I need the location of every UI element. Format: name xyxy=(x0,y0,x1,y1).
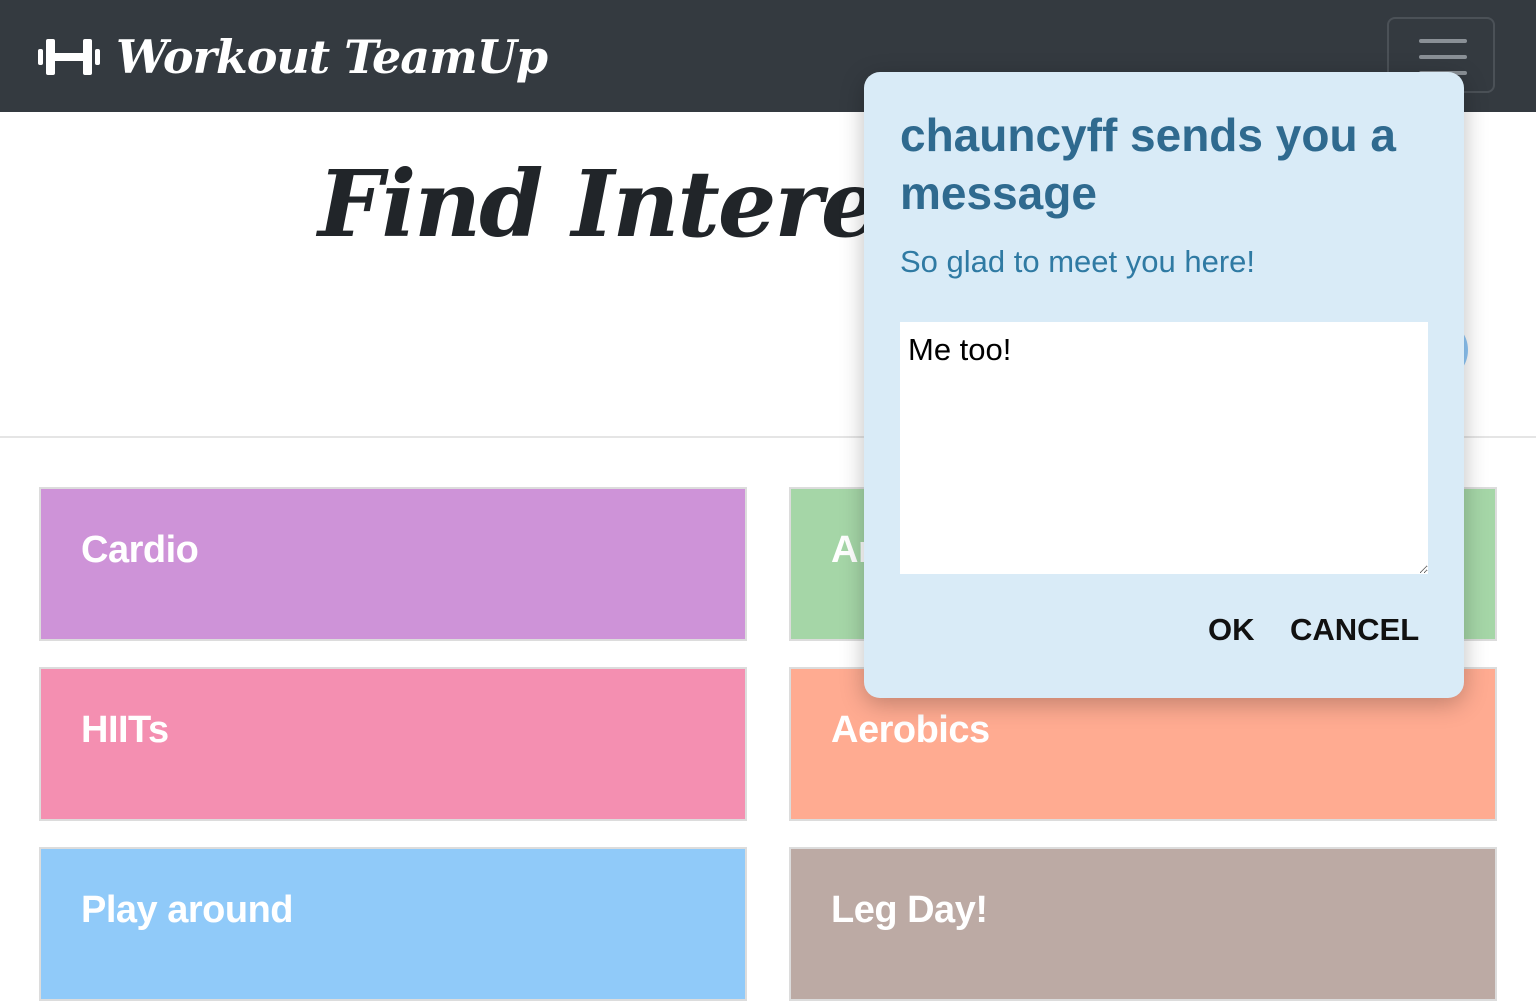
category-card-leg-day[interactable]: Leg Day! xyxy=(789,847,1497,1001)
brand-link[interactable]: Workout TeamUp xyxy=(38,22,548,92)
dialog-message: So glad to meet you here! xyxy=(900,244,1256,279)
category-label: Aerobics xyxy=(831,709,990,751)
message-dialog: chauncyff sends you a message So glad to… xyxy=(864,72,1464,698)
cancel-button[interactable]: CANCEL xyxy=(1282,608,1427,652)
reply-textarea[interactable]: Me too! xyxy=(900,322,1428,574)
category-card-cardio[interactable]: Cardio xyxy=(39,487,747,641)
brand-name: Workout TeamUp xyxy=(116,30,548,84)
category-card-hiits[interactable]: HIITs xyxy=(39,667,747,821)
category-card-play-around[interactable]: Play around xyxy=(39,847,747,1001)
ok-button[interactable]: OK xyxy=(1200,608,1263,652)
hamburger-icon xyxy=(1419,39,1467,43)
dumbbell-icon xyxy=(38,39,100,75)
hamburger-icon-bar xyxy=(1419,55,1467,59)
category-label: HIITs xyxy=(81,709,169,751)
category-label: Play around xyxy=(81,889,294,931)
category-label: Leg Day! xyxy=(831,889,988,931)
dialog-title: chauncyff sends you a message xyxy=(900,109,1396,219)
category-label: Cardio xyxy=(81,529,199,571)
